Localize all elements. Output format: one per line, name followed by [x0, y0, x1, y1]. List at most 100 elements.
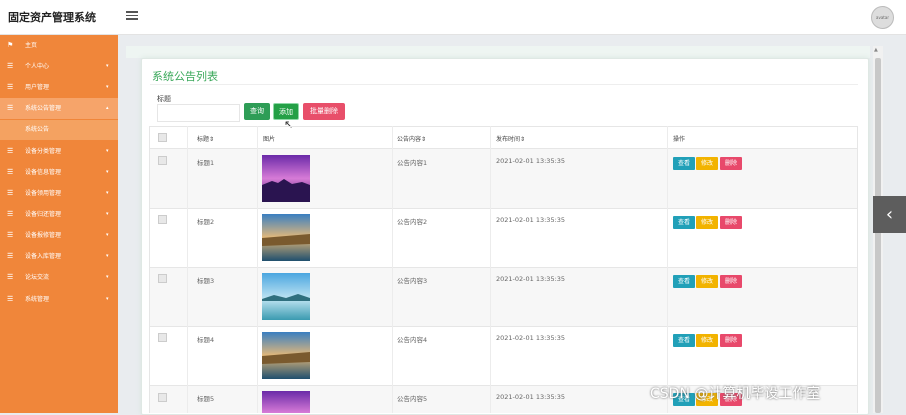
- column-header-content[interactable]: 公告内容⇕: [397, 134, 426, 143]
- chevron-down-icon: ▾: [106, 232, 109, 238]
- list-icon: ☰: [7, 252, 14, 260]
- sidebar-item-label: 系统公告管理: [25, 105, 62, 112]
- sidebar-item-device-storage[interactable]: ☰ 设备入库管理 ▾: [0, 246, 118, 267]
- list-icon: ☰: [7, 147, 14, 155]
- chevron-down-icon: ▾: [106, 148, 109, 154]
- row-content: 公告内容1: [397, 159, 428, 167]
- row-title: 标题3: [197, 277, 215, 285]
- sidebar-item-announcement-management[interactable]: ☰ 系统公告管理 ▴: [0, 98, 118, 119]
- row-content: 公告内容3: [397, 277, 428, 285]
- sidebar-item-label: 设备入库管理: [25, 253, 62, 260]
- list-icon: ☰: [7, 104, 14, 112]
- chevron-up-icon: ▴: [106, 105, 109, 111]
- column-header-title[interactable]: 标题⇕: [197, 134, 214, 143]
- list-icon: ☰: [7, 189, 14, 197]
- scroll-up-icon[interactable]: ▲: [874, 47, 878, 53]
- edit-button[interactable]: 修改: [696, 275, 718, 288]
- column-divider: [257, 126, 258, 413]
- announcement-image: [262, 391, 310, 413]
- chevron-down-icon: ▾: [106, 253, 109, 259]
- sidebar-subitem-announcement[interactable]: 系统公告: [0, 120, 118, 140]
- row-time: 2021-02-01 13:35:35: [496, 216, 566, 224]
- delete-button[interactable]: 删除: [720, 157, 742, 170]
- row-checkbox[interactable]: [158, 156, 167, 165]
- column-divider: [490, 126, 491, 413]
- delete-button[interactable]: 删除: [720, 334, 742, 347]
- column-header-image: 图片: [263, 136, 276, 143]
- chevron-down-icon: ▾: [106, 169, 109, 175]
- column-divider: [392, 126, 393, 413]
- edit-button[interactable]: 修改: [696, 216, 718, 229]
- view-button[interactable]: 查看: [673, 216, 695, 229]
- sort-icon: ⇕: [421, 136, 427, 143]
- sidebar-item-label: 设备领用管理: [25, 190, 62, 197]
- sort-icon: ⇕: [209, 136, 215, 143]
- chevron-down-icon: ▾: [106, 84, 109, 90]
- scrollbar-thumb[interactable]: [875, 58, 881, 413]
- app-title: 固定资产管理系统: [8, 11, 96, 24]
- announcement-image: [262, 155, 310, 202]
- batch-delete-button[interactable]: 批量删除: [303, 103, 345, 120]
- list-icon: ☰: [7, 210, 14, 218]
- row-content: 公告内容5: [397, 395, 428, 403]
- row-checkbox[interactable]: [158, 215, 167, 224]
- row-content: 公告内容4: [397, 336, 428, 344]
- row-time: 2021-02-01 13:35:35: [496, 393, 566, 401]
- row-divider: [149, 326, 858, 327]
- collapse-panel-chevron-left-icon[interactable]: ‹: [873, 196, 906, 233]
- edit-button[interactable]: 修改: [696, 157, 718, 170]
- sidebar-item-label: 设备归还管理: [25, 211, 62, 218]
- list-icon: ☰: [7, 231, 14, 239]
- edit-button[interactable]: 修改: [696, 334, 718, 347]
- list-icon: ☰: [7, 168, 14, 176]
- sidebar-item-label: 用户管理: [25, 84, 50, 91]
- sidebar-item-forum[interactable]: ☰ 论坛交流 ▾: [0, 267, 118, 288]
- row-divider: [149, 208, 858, 209]
- row-time: 2021-02-01 13:35:35: [496, 334, 566, 342]
- sidebar-item-label: 个人中心: [25, 63, 50, 70]
- select-all-checkbox[interactable]: [158, 133, 167, 142]
- announcement-image: [262, 214, 310, 261]
- content-frame: [126, 46, 870, 58]
- sidebar-item-label: 系统管理: [25, 296, 50, 303]
- sort-icon: ⇕: [520, 136, 526, 143]
- sidebar-item-device-requisition[interactable]: ☰ 设备领用管理 ▾: [0, 183, 118, 204]
- sidebar-item-user-management[interactable]: ☰ 用户管理 ▾: [0, 77, 118, 98]
- sidebar-item-device-info[interactable]: ☰ 设备信息管理 ▾: [0, 162, 118, 183]
- menu-toggle-icon[interactable]: [126, 9, 138, 21]
- chevron-down-icon: ▾: [106, 296, 109, 302]
- row-checkbox[interactable]: [158, 393, 167, 402]
- list-icon: ☰: [7, 295, 14, 303]
- view-button[interactable]: 查看: [673, 157, 695, 170]
- row-checkbox[interactable]: [158, 274, 167, 283]
- delete-button[interactable]: 删除: [720, 275, 742, 288]
- sidebar-item-home[interactable]: ⚑ 主页: [0, 35, 118, 56]
- chevron-down-icon: ▾: [106, 190, 109, 196]
- row-checkbox[interactable]: [158, 333, 167, 342]
- search-label: 标题: [157, 95, 171, 103]
- sidebar-item-device-repair[interactable]: ☰ 设备报修管理 ▾: [0, 225, 118, 246]
- row-time: 2021-02-01 13:35:35: [496, 157, 566, 165]
- view-button[interactable]: 查看: [673, 275, 695, 288]
- row-title: 标题1: [197, 159, 215, 167]
- sidebar-item-system-management[interactable]: ☰ 系统管理 ▾: [0, 289, 118, 310]
- view-button[interactable]: 查看: [673, 334, 695, 347]
- search-button[interactable]: 查询: [244, 103, 270, 120]
- sidebar: ⚑ 主页 ☰ 个人中心 ▾ ☰ 用户管理 ▾ ☰ 系统公告管理 ▴ 系统公告 ☰…: [0, 35, 118, 413]
- sidebar-item-label: 论坛交流: [25, 274, 50, 281]
- sidebar-item-device-return[interactable]: ☰ 设备归还管理 ▾: [0, 204, 118, 225]
- row-content: 公告内容2: [397, 218, 428, 226]
- avatar[interactable]: avatar: [871, 6, 894, 29]
- sidebar-item-label: 设备报修管理: [25, 232, 62, 239]
- column-header-time[interactable]: 发布时间⇕: [496, 134, 525, 143]
- sidebar-item-device-category[interactable]: ☰ 设备分类管理 ▾: [0, 141, 118, 162]
- row-divider: [149, 267, 858, 268]
- column-header-actions: 操作: [673, 136, 686, 143]
- sidebar-item-personal-center[interactable]: ☰ 个人中心 ▾: [0, 56, 118, 77]
- search-input[interactable]: [157, 104, 240, 122]
- announcement-image: [262, 332, 310, 379]
- chevron-down-icon: ▾: [106, 211, 109, 217]
- flag-icon: ⚑: [7, 41, 14, 49]
- sidebar-item-label: 主页: [25, 42, 38, 49]
- delete-button[interactable]: 删除: [720, 216, 742, 229]
